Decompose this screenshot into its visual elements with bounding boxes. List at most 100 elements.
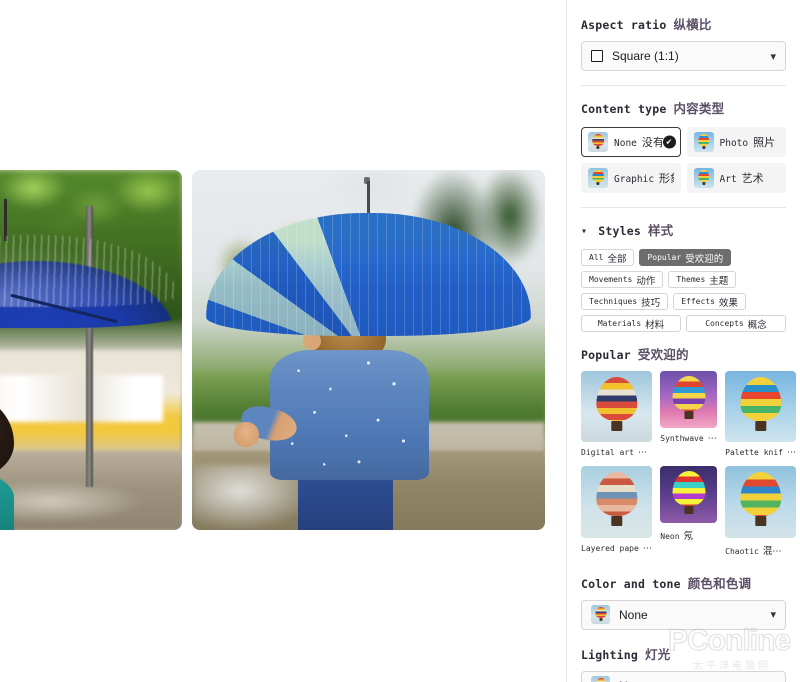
balloon-thumb-icon xyxy=(660,466,718,524)
aspect-ratio-heading: Aspect ratio 纵横比 xyxy=(581,14,786,33)
balloon-thumb-icon xyxy=(693,132,714,152)
style-filter-all[interactable]: All 全部 xyxy=(581,249,635,266)
style-item-neon[interactable]: Neon 氖 xyxy=(660,466,718,556)
settings-panel: Aspect ratio 纵横比 Square (1:1) ▾ Content … xyxy=(566,0,800,682)
chevron-down-icon: ▾ xyxy=(770,609,776,622)
style-label-en: Chaotic xyxy=(725,546,759,556)
style-thumbnail-grid: Digital art ⋯ Synthwave ⋯ Palette knif ⋯… xyxy=(581,371,797,557)
style-filter-chips: All 全部 Popular 受欢迎的 Movements 动作 Themes … xyxy=(581,249,786,332)
style-item-synthwave[interactable]: Synthwave ⋯ xyxy=(660,371,718,458)
styles-title-cn: 样式 xyxy=(647,223,674,238)
chip-label-en: Movements xyxy=(589,275,633,284)
style-label-en: Digital art xyxy=(581,448,634,458)
style-filter-effects[interactable]: Effects 效果 xyxy=(673,293,746,310)
lighting-title-cn: 灯光 xyxy=(645,646,671,662)
balloon-thumb-icon xyxy=(693,168,714,188)
lighting-value: None xyxy=(619,679,761,682)
chip-label-en: All xyxy=(589,253,604,262)
aspect-ratio-title-cn: 纵横比 xyxy=(673,17,712,32)
color-and-tone-title-cn: 颜色和色调 xyxy=(687,575,752,591)
style-label-cn: ⋯ xyxy=(642,542,653,554)
chip-label-en: Effects xyxy=(681,297,715,306)
app-root: Aspect ratio 纵横比 Square (1:1) ▾ Content … xyxy=(0,0,800,682)
image-canvas xyxy=(0,0,566,682)
image2-boy-pants xyxy=(297,472,394,530)
lighting-heading: Lighting 灯光 xyxy=(581,644,786,663)
balloon-thumb-icon xyxy=(591,676,610,682)
style-label-cn: ⋯ xyxy=(707,432,718,444)
content-type-title-en: Content type xyxy=(581,102,667,116)
style-filter-themes[interactable]: Themes 主题 xyxy=(668,271,737,288)
color-and-tone-value: None xyxy=(619,607,648,622)
balloon-thumb-icon xyxy=(660,371,718,428)
style-filter-popular[interactable]: Popular 受欢迎的 xyxy=(639,249,732,266)
image1-puddle xyxy=(0,479,146,523)
style-filter-techniques[interactable]: Techniques 技巧 xyxy=(581,293,669,310)
style-label-cn: 混⋯ xyxy=(762,545,782,557)
content-type-option-photo[interactable]: Photo 照片 xyxy=(686,127,786,157)
balloon-thumb-icon xyxy=(591,605,610,625)
style-filter-movements[interactable]: Movements 动作 xyxy=(581,271,664,288)
balloon-thumb-icon xyxy=(725,466,797,538)
balloon-thumb-icon xyxy=(588,168,608,188)
balloon-thumb-icon xyxy=(725,371,797,443)
image1-bus-window xyxy=(0,375,163,422)
content-type-graphic-label-en: Graphic xyxy=(614,174,655,185)
chevron-down-icon: ▾ xyxy=(770,50,776,63)
aspect-ratio-title-en: Aspect ratio xyxy=(581,18,667,32)
chip-label-cn: 动作 xyxy=(636,275,656,287)
color-and-tone-title-en: Color and tone xyxy=(581,576,681,591)
content-type-option-none[interactable]: None 没有任何 ✔ xyxy=(581,127,681,157)
generated-image-1[interactable] xyxy=(0,170,182,530)
content-type-photo-label-en: Photo xyxy=(719,138,749,149)
chip-label-en: Concepts xyxy=(705,319,744,328)
content-type-option-graphic[interactable]: Graphic 形象的 xyxy=(581,163,681,193)
style-label-en: Synthwave xyxy=(660,433,704,443)
content-type-graphic-label-cn: 形象的 xyxy=(659,172,673,185)
content-type-heading: Content type 内容类型 xyxy=(581,98,786,117)
chip-label-en: Techniques xyxy=(589,297,638,306)
style-item-layered-paper[interactable]: Layered pape ⋯ xyxy=(581,466,653,556)
chip-label-cn: 效果 xyxy=(718,297,738,309)
content-type-option-art[interactable]: Art 艺术 xyxy=(686,163,786,193)
style-filter-materials[interactable]: Materials 材料 xyxy=(581,315,681,332)
chip-label-cn: 主题 xyxy=(709,275,729,287)
popular-title-cn: 受欢迎的 xyxy=(637,347,689,362)
style-label-en: Layered pape xyxy=(581,543,639,553)
content-type-photo-label-cn: 照片 xyxy=(753,136,776,149)
check-icon: ✔ xyxy=(662,135,676,149)
content-type-title-cn: 内容类型 xyxy=(673,101,725,116)
style-label-en: Neon xyxy=(660,532,680,542)
chip-label-cn: 技巧 xyxy=(641,297,661,309)
popular-group-heading: Popular 受欢迎的 xyxy=(581,344,786,363)
color-and-tone-heading: Color and tone 颜色和色调 xyxy=(581,573,786,592)
chip-label-cn: 全部 xyxy=(607,253,627,265)
chip-label-en: Popular xyxy=(647,253,682,262)
content-type-art-label-cn: 艺术 xyxy=(741,172,764,185)
styles-title-en: Styles xyxy=(598,224,641,238)
generated-image-2[interactable] xyxy=(192,170,545,530)
lighting-title-en: Lighting xyxy=(581,647,638,662)
color-and-tone-select[interactable]: None ▾ xyxy=(581,599,786,630)
balloon-thumb-icon xyxy=(581,466,653,538)
aspect-ratio-select[interactable]: Square (1:1) ▾ xyxy=(581,41,786,71)
image2-boy-shirt-dots xyxy=(269,350,429,480)
content-type-art-label-en: Art xyxy=(719,174,737,185)
balloon-thumb-icon xyxy=(581,371,653,443)
style-filter-concepts[interactable]: Concepts 概念 xyxy=(686,315,786,332)
content-type-none-label-en: None xyxy=(614,138,637,149)
styles-heading[interactable]: ▾ Styles 样式 xyxy=(581,220,786,239)
style-label-cn: ⋯ xyxy=(786,447,797,459)
content-type-grid: None 没有任何 ✔ Photo 照片 Graphic xyxy=(581,127,786,193)
chevron-down-icon: ▾ xyxy=(581,226,588,237)
balloon-thumb-icon xyxy=(588,132,608,152)
chip-label-en: Materials xyxy=(597,319,642,328)
lighting-select[interactable]: None ▾ xyxy=(581,670,786,682)
style-item-palette-knife[interactable]: Palette knif ⋯ xyxy=(725,371,797,459)
chip-label-cn: 材料 xyxy=(645,319,665,331)
style-label-en: Palette knif xyxy=(725,448,783,458)
style-item-digital-art[interactable]: Digital art ⋯ xyxy=(581,371,653,459)
style-item-chaotic[interactable]: Chaotic 混⋯ xyxy=(725,466,797,557)
style-label-cn: ⋯ xyxy=(637,447,648,459)
style-label-cn: 氖 xyxy=(683,531,694,543)
